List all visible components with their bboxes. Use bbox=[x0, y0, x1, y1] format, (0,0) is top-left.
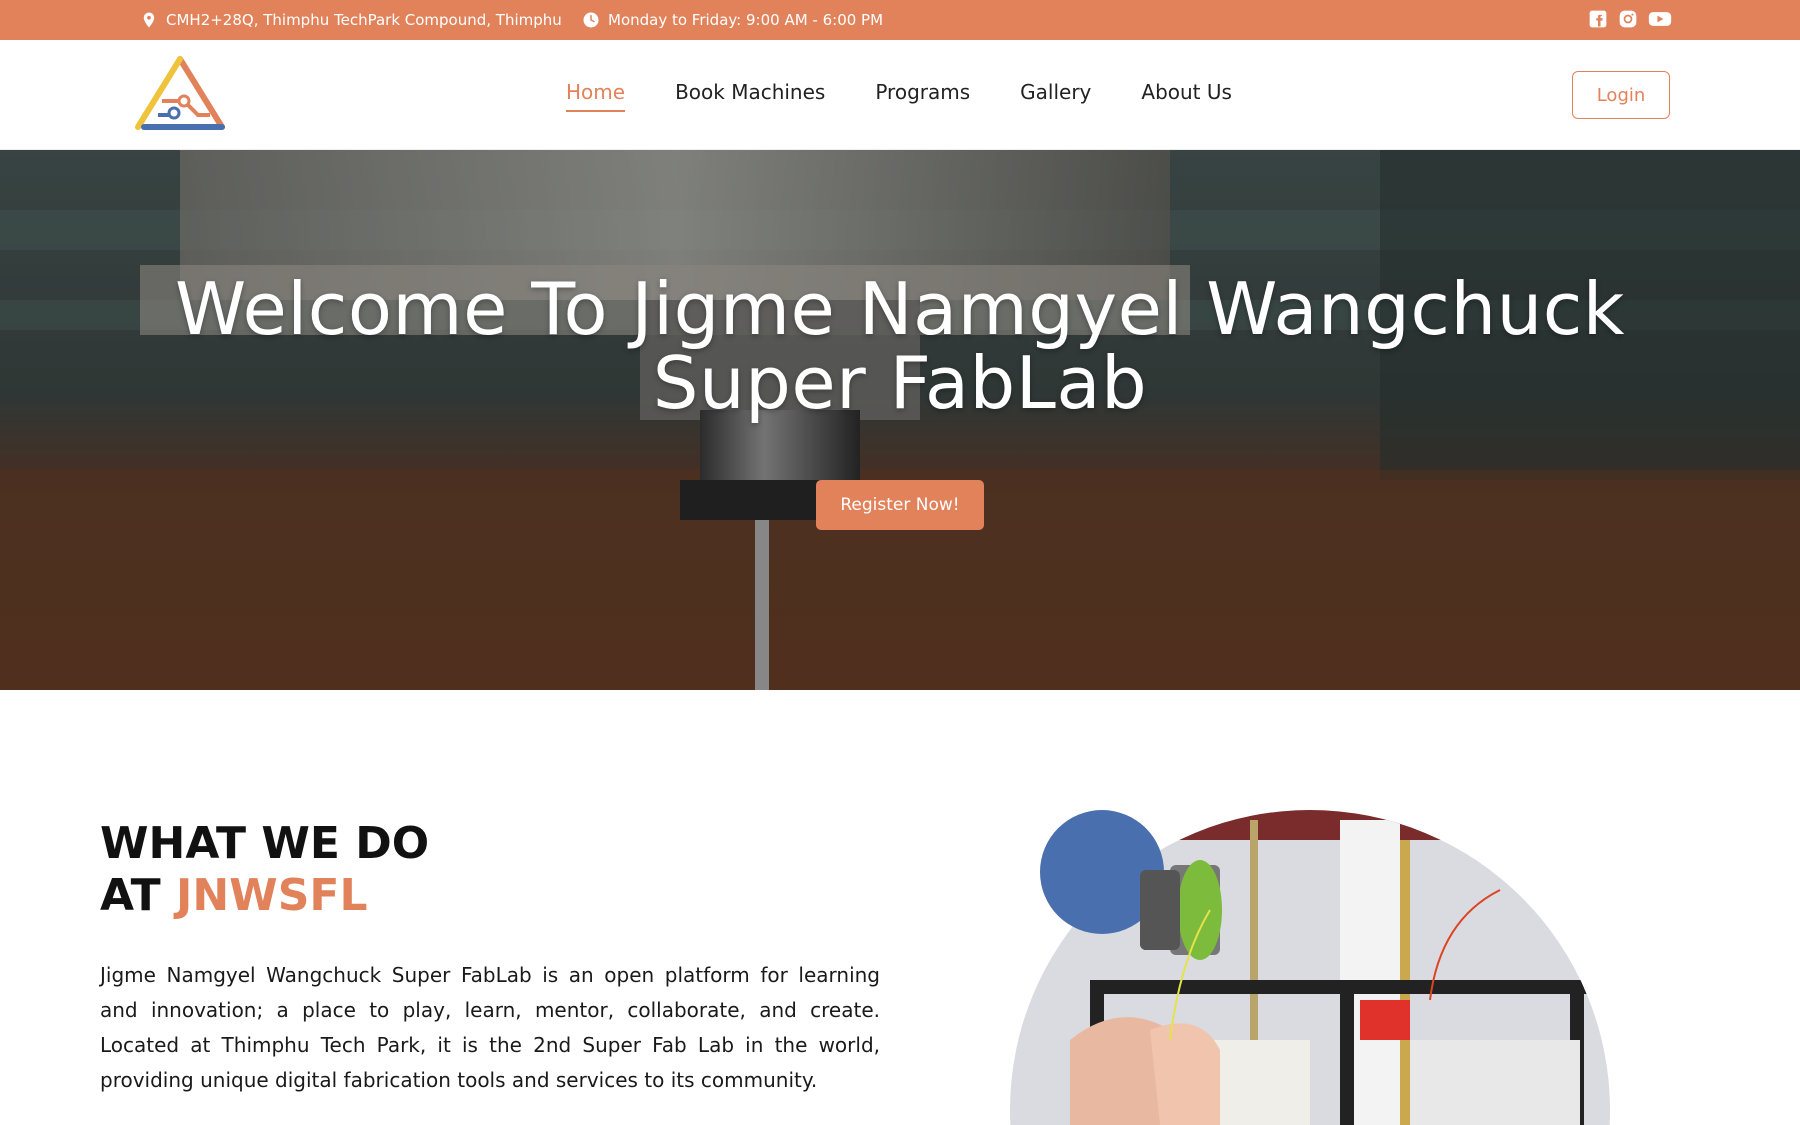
location-pin-icon bbox=[140, 11, 158, 29]
hours-text: Monday to Friday: 9:00 AM - 6:00 PM bbox=[608, 11, 884, 29]
clock-icon bbox=[582, 11, 600, 29]
nav-about-us[interactable]: About Us bbox=[1141, 80, 1232, 110]
hero-section: Welcome To Jigme Namgyel Wangchuck Super… bbox=[0, 150, 1800, 690]
what-we-do-prefix: AT bbox=[100, 870, 161, 921]
login-button[interactable]: Login bbox=[1572, 71, 1670, 119]
what-we-do-line1: WHAT WE DO bbox=[100, 818, 430, 869]
instagram-icon[interactable] bbox=[1618, 9, 1638, 29]
address-text: CMH2+28Q, Thimphu TechPark Compound, Thi… bbox=[166, 11, 562, 29]
primary-nav: Home Book Machines Programs Gallery Abou… bbox=[566, 40, 1232, 150]
what-we-do-body: Jigme Namgyel Wangchuck Super FabLab is … bbox=[100, 963, 880, 1092]
what-we-do-accent: JNWSFL bbox=[175, 870, 368, 921]
hero-title-line1: Welcome To Jigme Namgyel Wangchuck bbox=[175, 267, 1625, 351]
register-now-button[interactable]: Register Now! bbox=[816, 480, 984, 530]
hours-info: Monday to Friday: 9:00 AM - 6:00 PM bbox=[582, 0, 883, 40]
printer-photo bbox=[1010, 810, 1610, 1125]
top-info-bar: CMH2+28Q, Thimphu TechPark Compound, Thi… bbox=[0, 0, 1800, 40]
youtube-icon[interactable] bbox=[1648, 9, 1672, 29]
hero-title-line2: Super FabLab bbox=[652, 341, 1148, 425]
address-info: CMH2+28Q, Thimphu TechPark Compound, Thi… bbox=[140, 0, 562, 40]
facebook-icon[interactable] bbox=[1588, 9, 1608, 29]
what-we-do-visual bbox=[1010, 800, 1610, 1125]
nav-book-machines[interactable]: Book Machines bbox=[675, 80, 825, 110]
social-links bbox=[1588, 9, 1672, 29]
main-navbar: Home Book Machines Programs Gallery Abou… bbox=[0, 40, 1800, 150]
what-we-do-heading: WHAT WE DO AT JNWSFL bbox=[100, 818, 429, 922]
hero-title: Welcome To Jigme Namgyel Wangchuck Super… bbox=[0, 272, 1800, 420]
fablab-logo[interactable] bbox=[132, 55, 228, 133]
nav-programs[interactable]: Programs bbox=[875, 80, 970, 110]
nav-gallery[interactable]: Gallery bbox=[1020, 80, 1091, 110]
nav-home[interactable]: Home bbox=[566, 80, 626, 112]
